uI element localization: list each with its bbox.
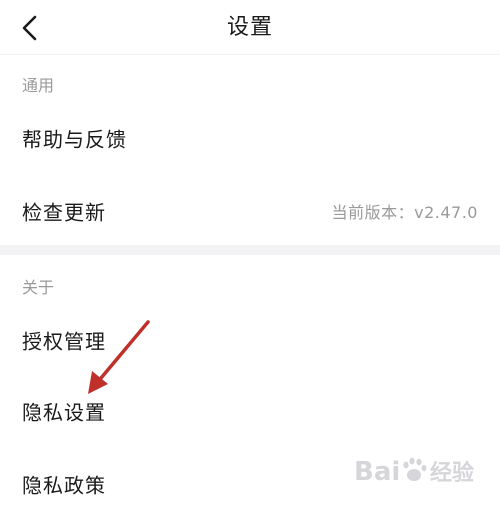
section-label-general: 通用 <box>22 76 55 95</box>
settings-item-label: 授权管理 <box>22 329 106 354</box>
settings-item-check-update[interactable]: 检查更新 当前版本：v2.47.0 <box>0 181 500 241</box>
section-divider <box>0 245 500 255</box>
settings-item-help-feedback[interactable]: 帮助与反馈 <box>0 108 500 168</box>
current-version-value: 当前版本：v2.47.0 <box>331 203 478 222</box>
settings-item-label: 检查更新 <box>22 200 106 225</box>
settings-item-authorization[interactable]: 授权管理 <box>0 310 500 370</box>
page-title: 设置 <box>226 15 273 40</box>
settings-item-label: 隐私设置 <box>22 400 106 425</box>
settings-item-label: 帮助与反馈 <box>22 127 127 152</box>
settings-item-privacy-policy[interactable]: 隐私政策 <box>0 454 500 514</box>
top-nav-bar: 设置 <box>0 0 500 55</box>
settings-item-label: 隐私政策 <box>22 473 106 498</box>
section-label-about: 关于 <box>22 278 55 297</box>
settings-item-privacy-settings[interactable]: 隐私设置 <box>0 381 500 441</box>
